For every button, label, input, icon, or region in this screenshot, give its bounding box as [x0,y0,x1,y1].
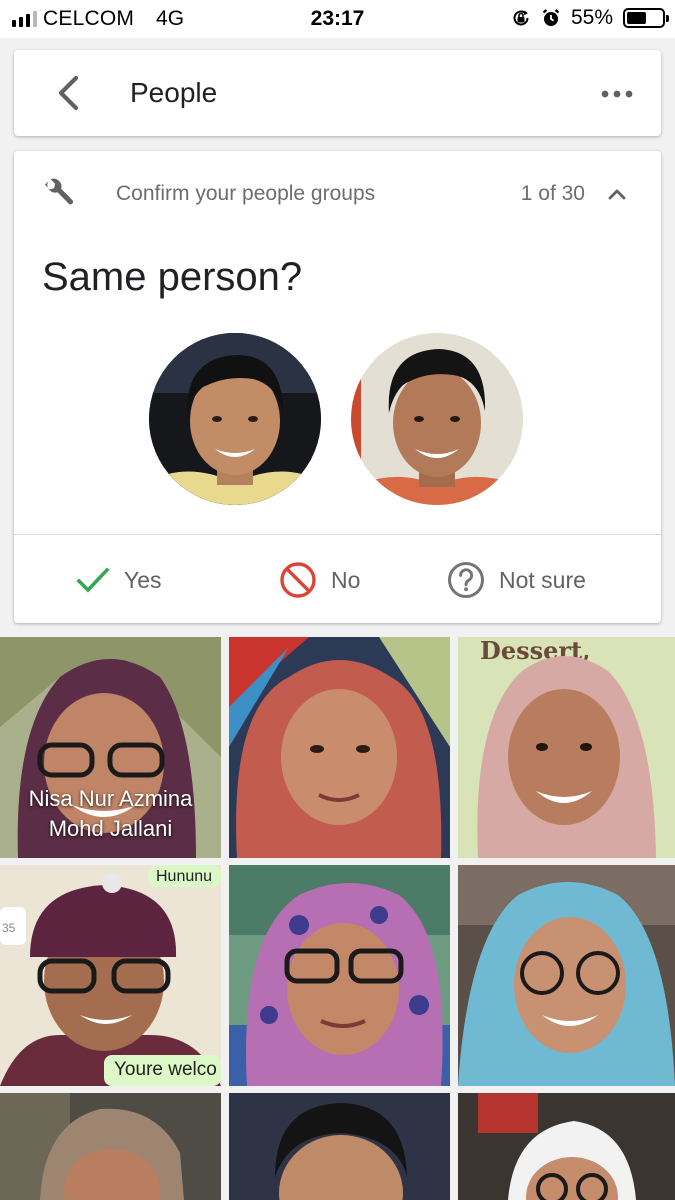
person-photo: Hununu 35 [0,865,221,1086]
battery-nub [666,15,669,22]
person-tile[interactable] [229,1093,450,1200]
question-mark-icon [448,562,484,598]
back-button[interactable] [50,72,90,114]
checkmark-icon [76,567,110,593]
person-photo [229,637,450,858]
person-name-caption: Nisa Nur Azmina Mohd Jallani [0,784,221,844]
person-photo: Dessert, [458,637,675,858]
person-name-line-1: Nisa Nur Azmina [28,786,193,811]
person-tile[interactable]: Dessert, [458,637,675,858]
person-tile[interactable] [229,637,450,858]
face-photo-b [351,333,523,505]
page-title: People [130,77,218,108]
no-label: No [331,566,361,593]
collapse-button[interactable] [603,181,631,207]
battery-fill [627,12,646,24]
chevron-up-icon [608,189,626,200]
person-tile[interactable] [229,865,450,1086]
more-horizontal-icon [601,90,633,98]
person-tile[interactable] [0,1093,221,1200]
person-tile[interactable] [458,1093,675,1200]
card-divider [14,534,661,535]
person-photo [458,1093,675,1200]
status-bar: CELCOM 4G 23:17 55% [0,0,675,38]
top-app-bar: People [14,50,661,136]
person-photo [0,1093,221,1200]
yes-label: Yes [124,566,162,593]
chat-sticker-text: Hununu [156,868,212,885]
confirm-card-title: Confirm your people groups [116,182,376,205]
confirm-people-card: Confirm your people groups 1 of 30 Same … [14,151,661,623]
chat-bubble-text: Youre welco [114,1059,217,1080]
person-tile[interactable] [458,865,675,1086]
alarm-clock-icon [542,9,560,26]
status-right: 55% [511,6,669,30]
person-tile[interactable]: Nisa Nur Azmina Mohd Jallani [0,637,221,858]
battery-icon [623,8,669,28]
face-photo-a [149,333,321,505]
yes-button[interactable]: Yes [76,559,162,601]
wrench-icon [45,178,74,205]
face-thumbnail-a [149,333,321,505]
same-person-question: Same person? [42,255,303,299]
no-button[interactable]: No [279,559,360,601]
more-options-button[interactable] [593,80,641,108]
block-icon [280,562,316,598]
not-sure-button[interactable]: Not sure [447,559,586,601]
face-thumbnail-b [351,333,523,505]
person-photo [458,865,675,1086]
person-photo [229,865,450,1086]
person-tile[interactable]: Hununu 35 Youre welco [0,865,221,1086]
chat-badge-number: 35 [2,921,16,935]
person-photo [229,1093,450,1200]
suggestion-counter: 1 of 30 [520,182,585,205]
not-sure-label: Not sure [499,566,586,593]
chevron-left-icon [58,75,79,111]
battery-percent: 55% [570,6,613,29]
rotation-lock-icon [513,10,529,26]
person-name-line-2: Mohd Jallani [48,816,173,841]
